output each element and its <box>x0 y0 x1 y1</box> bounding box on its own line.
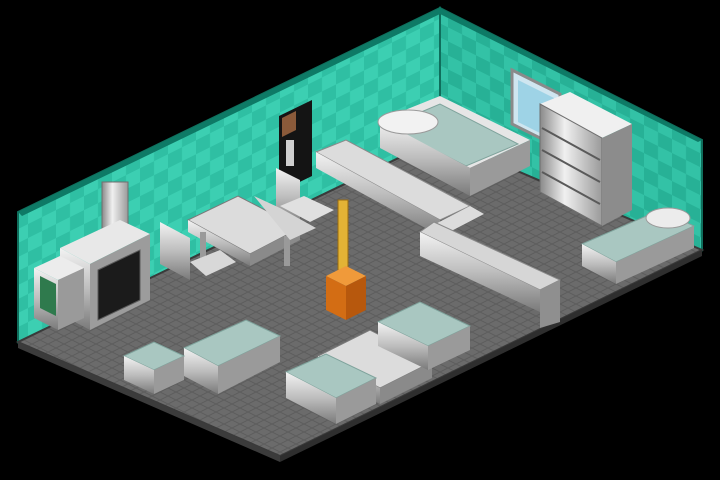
fridge[interactable] <box>34 256 84 330</box>
room-canvas <box>15 6 705 462</box>
room-scene <box>0 0 720 480</box>
